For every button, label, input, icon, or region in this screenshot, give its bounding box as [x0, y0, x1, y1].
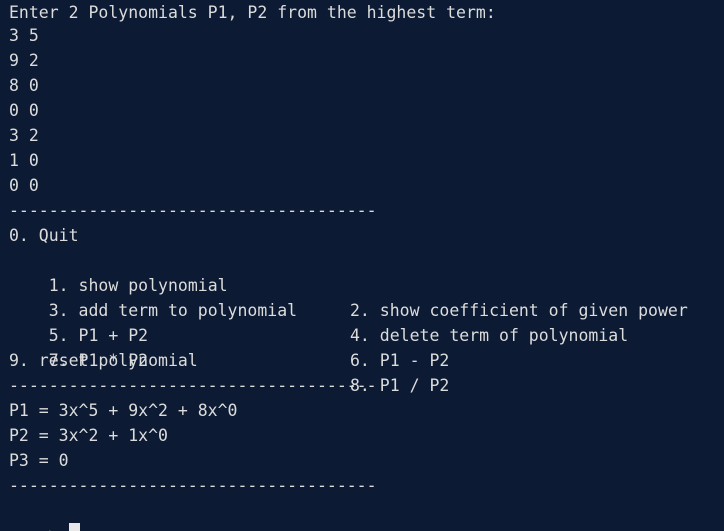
result-p1: P1 = 3x^5 + 9x^2 + 8x^0 [9, 401, 238, 420]
result-p3: P3 = 0 [9, 451, 69, 470]
menu-item-show-coefficient: 2. show coefficient of given power [350, 301, 688, 320]
command-prompt: > [49, 525, 59, 531]
input-line-5: 3 2 [9, 126, 39, 145]
command-line[interactable]: > [9, 497, 80, 531]
menu-row-2: 3. add term to polynomial 4. delete term… [9, 273, 628, 345]
menu-row-3: 5. P1 + P2 6. P1 - P2 [9, 298, 450, 370]
result-p2: P2 = 3x^2 + 1x^0 [9, 426, 168, 445]
input-prompt-header: Enter 2 Polynomials P1, P2 from the high… [9, 3, 496, 22]
input-line-1: 3 5 [9, 26, 39, 45]
input-line-2: 9 2 [9, 51, 39, 70]
separator-2: ------------------------------------- [9, 376, 377, 395]
separator-3: ------------------------------------- [9, 476, 377, 495]
separator-1: ------------------------------------- [9, 201, 377, 220]
input-line-7: 0 0 [9, 176, 39, 195]
menu-item-reset: 9. reset polynomial [9, 351, 198, 370]
input-line-4: 0 0 [9, 101, 39, 120]
input-line-3: 8 0 [9, 76, 39, 95]
menu-item-quit: 0. Quit [9, 226, 79, 245]
menu-item-subtract: 6. P1 - P2 [350, 351, 450, 370]
menu-item-delete-term: 4. delete term of polynomial [350, 326, 629, 345]
input-line-6: 1 0 [9, 151, 39, 170]
text-cursor[interactable] [68, 523, 80, 531]
menu-row-1: 1. show polynomial 2. show coefficient o… [9, 248, 688, 320]
menu-row-4: 7. P1 * P2 8. P1 / P2 [9, 323, 450, 395]
terminal-window[interactable]: Enter 2 Polynomials P1, P2 from the high… [0, 0, 724, 531]
